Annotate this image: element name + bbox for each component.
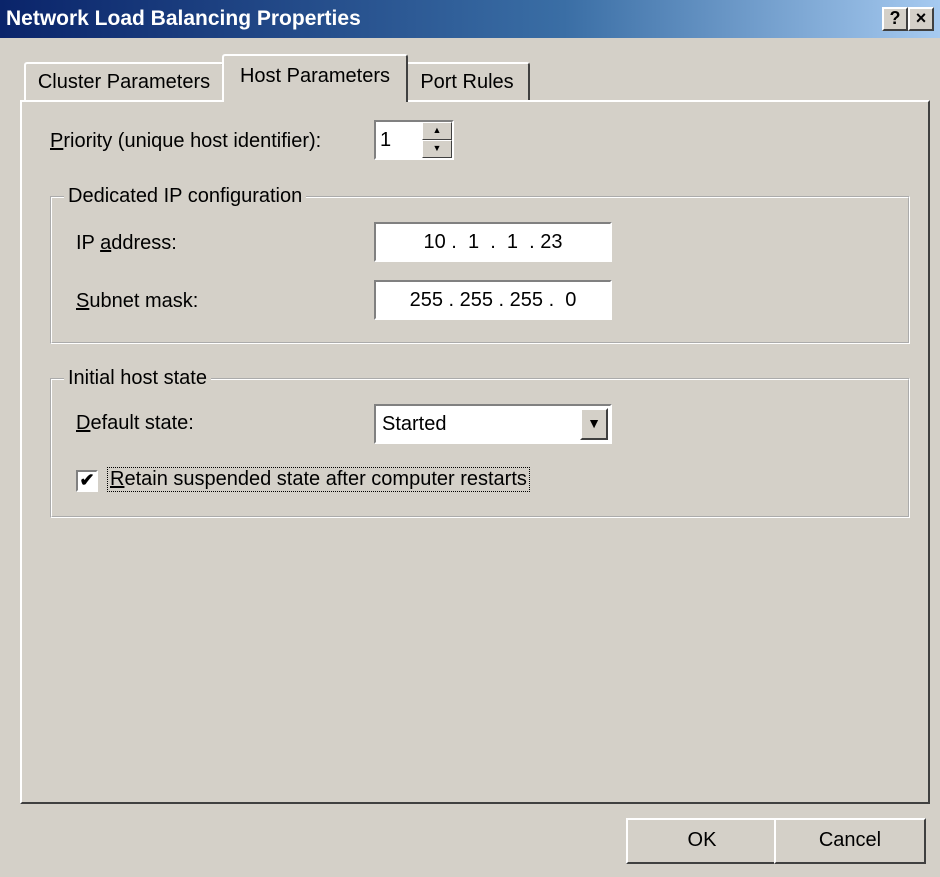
- default-state-label: Default state:: [76, 412, 194, 434]
- cancel-button[interactable]: Cancel: [774, 818, 926, 864]
- subnet-mask-field[interactable]: 255 . 255 . 255 . 0: [374, 280, 612, 320]
- retain-suspended-label[interactable]: Retain suspended state after computer re…: [107, 467, 530, 492]
- initial-host-state-group: Initial host state: [50, 367, 910, 518]
- spin-up-button[interactable]: ▲: [422, 122, 452, 140]
- retain-suspended-checkbox[interactable]: ✔: [76, 470, 98, 492]
- priority-spinner[interactable]: 1 ▲ ▼: [374, 120, 454, 160]
- help-button[interactable]: ?: [882, 7, 908, 31]
- tab-port-rules[interactable]: Port Rules: [404, 62, 530, 100]
- priority-label: Priority (unique host identifier):: [50, 130, 322, 152]
- default-state-dropdown[interactable]: Started ▼: [374, 404, 612, 444]
- dedicated-ip-group: Dedicated IP configuration: [50, 185, 910, 344]
- ip-address-field[interactable]: 10 . 1 . 1 . 23: [374, 222, 612, 262]
- title-bar: Network Load Balancing Properties ? ×: [0, 0, 940, 38]
- subnet-mask-label: Subnet mask:: [76, 290, 199, 312]
- dropdown-arrow-icon[interactable]: ▼: [580, 408, 608, 440]
- initial-host-state-legend: Initial host state: [64, 367, 211, 390]
- tab-cluster-parameters[interactable]: Cluster Parameters: [24, 62, 224, 100]
- default-state-value: Started: [382, 413, 447, 435]
- window-title: Network Load Balancing Properties: [6, 7, 361, 30]
- spin-down-button[interactable]: ▼: [422, 140, 452, 158]
- ip-address-label: IP address:: [76, 232, 177, 254]
- dedicated-ip-legend: Dedicated IP configuration: [64, 185, 307, 208]
- ok-button[interactable]: OK: [626, 818, 778, 864]
- priority-value: 1: [380, 129, 392, 151]
- tab-host-parameters[interactable]: Host Parameters: [222, 54, 408, 102]
- close-button[interactable]: ×: [908, 7, 934, 31]
